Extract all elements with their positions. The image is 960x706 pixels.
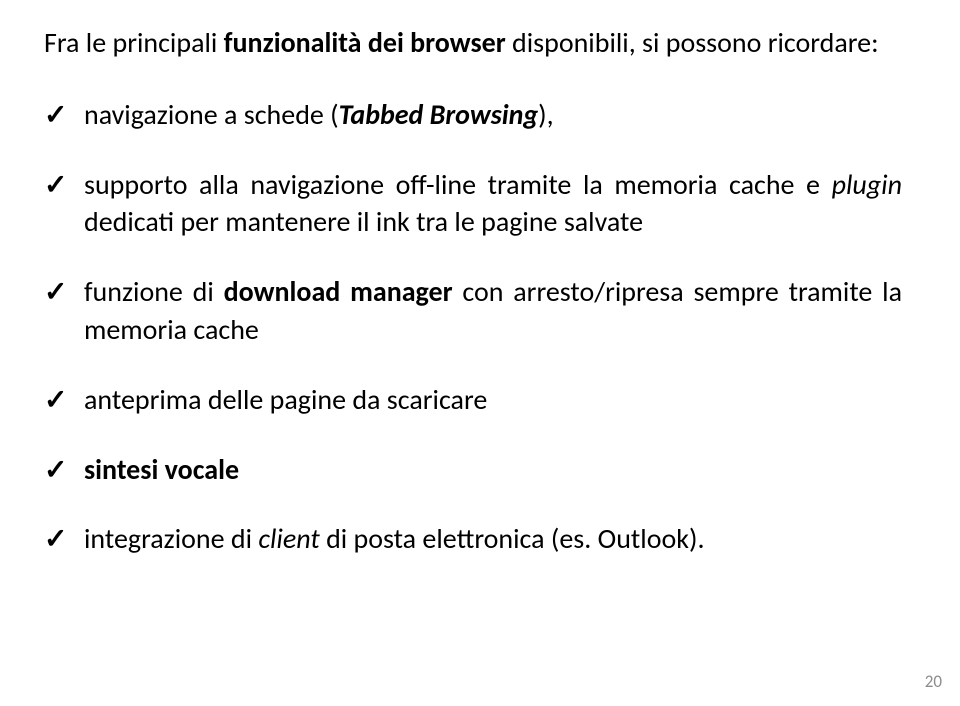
list-item: integrazione di client di posta elettron…	[84, 520, 902, 558]
list-item: supporto alla navigazione off-line trami…	[84, 166, 902, 242]
list-item: anteprima delle pagine da scaricare	[84, 381, 902, 419]
text-run: funzione di	[84, 274, 224, 309]
list-item: sintesi vocale	[84, 451, 902, 489]
text-run: ),	[538, 97, 553, 132]
intro-text-bold: funzionalità dei browser	[224, 25, 506, 60]
text-run: plugin	[832, 167, 902, 202]
text-run: di posta elettronica (es. Outlook).	[320, 521, 705, 556]
text-run: client	[258, 521, 319, 556]
text-run: Tabbed Browsing	[339, 97, 539, 132]
list-item: funzione di download manager con arresto…	[84, 273, 902, 349]
text-run: supporto alla navigazione off-line trami…	[84, 167, 832, 202]
text-run: navigazione a schede (	[84, 97, 339, 132]
slide-page: Fra le principali funzionalità dei brows…	[0, 0, 960, 706]
text-run: sintesi vocale	[84, 452, 239, 487]
bullet-list: navigazione a schede (Tabbed Browsing), …	[44, 96, 902, 558]
page-number: 20	[925, 671, 942, 692]
text-run: integrazione di	[84, 521, 258, 556]
text-run: download manager	[224, 274, 453, 309]
intro-text-1: Fra le principali	[44, 25, 224, 60]
intro-text-3: disponibili, si possono ricordare:	[506, 25, 879, 60]
intro-paragraph: Fra le principali funzionalità dei brows…	[44, 24, 902, 62]
text-run: anteprima delle pagine da scaricare	[84, 382, 487, 417]
text-run: dedicati per mantenere il ink tra le pag…	[84, 204, 643, 239]
list-item: navigazione a schede (Tabbed Browsing),	[84, 96, 902, 134]
